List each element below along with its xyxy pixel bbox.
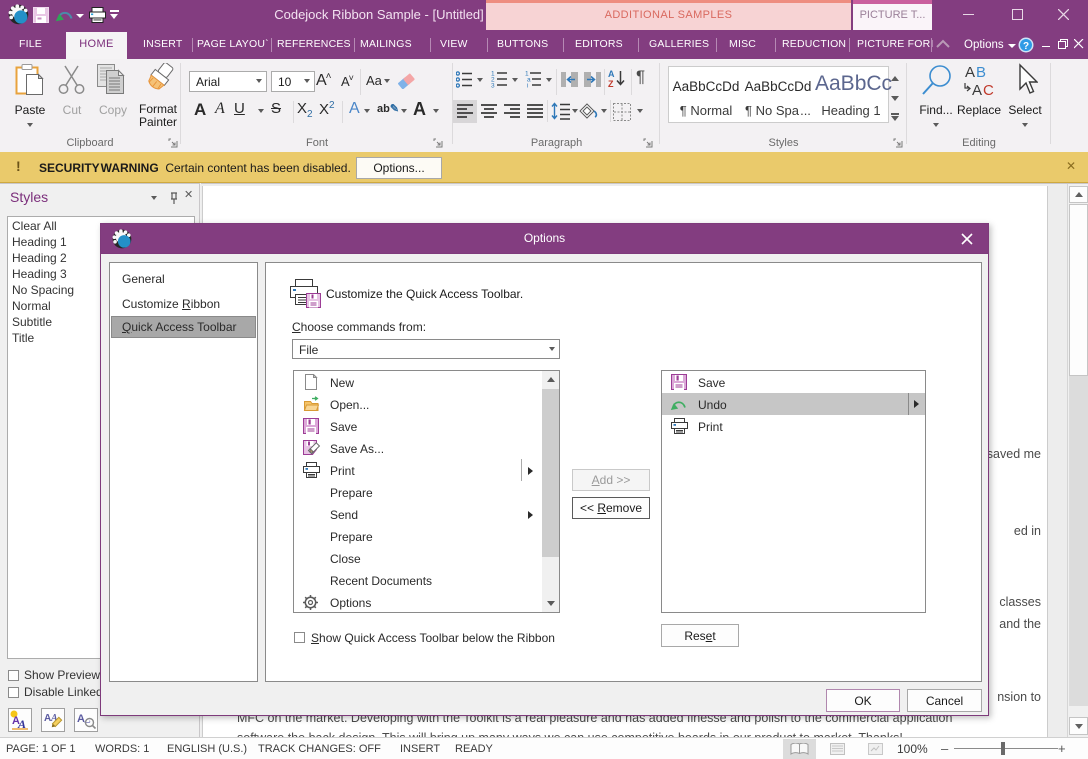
- svg-text:?: ?: [1023, 41, 1029, 52]
